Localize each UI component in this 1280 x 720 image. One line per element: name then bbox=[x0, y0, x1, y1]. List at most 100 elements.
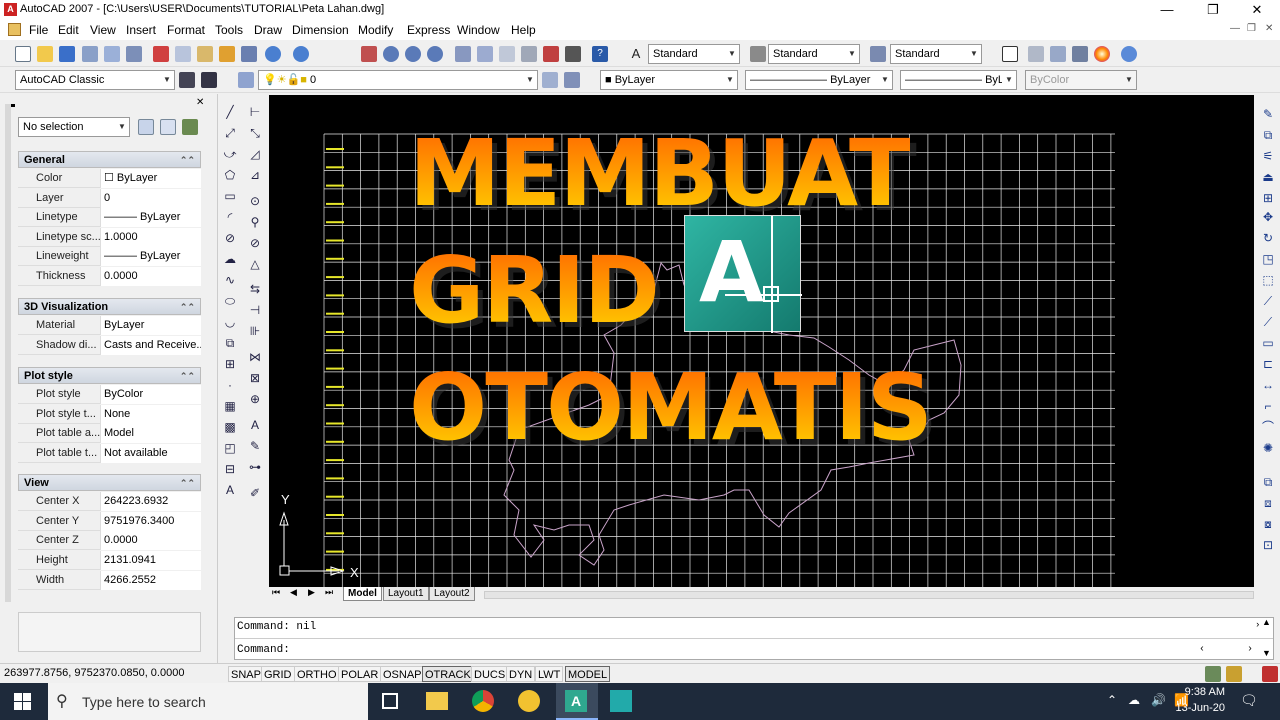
box-icon[interactable] bbox=[1028, 46, 1044, 62]
snap-toggle[interactable]: SNAP bbox=[228, 666, 264, 682]
move-right-icon[interactable]: ✥ bbox=[1259, 208, 1277, 226]
extend-icon[interactable]: ⊪ bbox=[246, 322, 264, 340]
menu-edit[interactable]: Edit bbox=[58, 23, 79, 37]
redo-icon[interactable] bbox=[293, 46, 309, 62]
cube-icon[interactable] bbox=[1072, 46, 1088, 62]
menu-insert[interactable]: Insert bbox=[126, 23, 156, 37]
move-icon[interactable]: ⚲ bbox=[246, 213, 264, 231]
scroll-left-icon[interactable]: ‹ bbox=[1199, 644, 1205, 655]
table-style-select[interactable]: Standard ▼ bbox=[890, 44, 982, 64]
ducs-toggle[interactable]: DUCS bbox=[471, 666, 509, 682]
ellipse-arc-icon[interactable]: ◡ bbox=[221, 313, 239, 331]
plot-icon[interactable] bbox=[82, 46, 98, 62]
fillet-icon[interactable]: A bbox=[246, 416, 264, 434]
copy-object-icon[interactable]: ⤡ bbox=[246, 124, 264, 142]
hatch-icon[interactable]: ▦ bbox=[221, 397, 239, 415]
cmd-scroll-up-icon[interactable]: ▲ bbox=[1262, 617, 1271, 627]
zoom-previous-icon[interactable] bbox=[427, 46, 443, 62]
file-explorer-icon[interactable] bbox=[426, 692, 448, 710]
lock-icon[interactable] bbox=[1226, 666, 1242, 682]
spline-icon[interactable]: ∿ bbox=[221, 271, 239, 289]
property-row[interactable]: Height 2131.0941 bbox=[18, 551, 201, 570]
tray-chevron-icon[interactable]: ⌃ bbox=[1107, 693, 1117, 707]
layer-select[interactable]: 💡☀🔓■ 0 ▼ bbox=[258, 70, 538, 90]
plotstyle-select[interactable]: ByColor ▼ bbox=[1025, 70, 1137, 90]
offset-icon[interactable]: ⊿ bbox=[246, 166, 264, 184]
text-style-select[interactable]: Standard ▼ bbox=[648, 44, 740, 64]
stretch-icon[interactable]: ⇆ bbox=[246, 280, 264, 298]
join-right-icon[interactable]: ⊏ bbox=[1259, 355, 1277, 373]
make-block-icon[interactable]: ⊞ bbox=[221, 355, 239, 373]
block-editor-icon[interactable] bbox=[241, 46, 257, 62]
cmd-scroll-down-icon[interactable]: ▼ bbox=[1262, 648, 1271, 658]
mirror-right-icon[interactable]: ⚟ bbox=[1259, 147, 1277, 165]
property-row[interactable]: Width 4266.2552 bbox=[18, 571, 201, 590]
fillet-right-icon[interactable]: ⌐ bbox=[1259, 397, 1277, 415]
send-back-right-icon[interactable]: ⧇ bbox=[1259, 515, 1277, 533]
taskbar-search-box[interactable]: ⚲ Type here to search bbox=[48, 683, 368, 720]
autocad-app-icon[interactable]: A bbox=[4, 3, 17, 16]
wedge-icon[interactable] bbox=[1050, 46, 1066, 62]
markup-icon[interactable] bbox=[543, 46, 559, 62]
clean-screen-icon[interactable] bbox=[1262, 666, 1278, 682]
trim-icon[interactable]: ⊣ bbox=[246, 301, 264, 319]
calculator-icon[interactable] bbox=[565, 46, 581, 62]
mirror-icon[interactable]: ◿ bbox=[246, 145, 264, 163]
dimension-icon[interactable]: ⊶ bbox=[246, 458, 264, 476]
ortho-toggle[interactable]: ORTHO bbox=[294, 666, 340, 682]
clock-time[interactable]: 9:38 AM bbox=[1170, 686, 1225, 698]
layer-previous-icon[interactable] bbox=[564, 72, 580, 88]
property-row[interactable]: Color ☐ ByLayer bbox=[18, 169, 201, 188]
network-icon[interactable]: ☁ bbox=[1128, 693, 1140, 707]
property-row[interactable]: Linetype ——— ByLayer bbox=[18, 208, 201, 227]
new-icon[interactable] bbox=[15, 46, 31, 62]
insert-block-icon[interactable]: ⧉ bbox=[221, 334, 239, 352]
sheet-set-icon[interactable] bbox=[521, 46, 537, 62]
designcenter-icon[interactable] bbox=[477, 46, 493, 62]
property-row[interactable]: Shadow di... Casts and Receive... bbox=[18, 336, 201, 355]
property-row[interactable]: Center X 264223.6932 bbox=[18, 492, 201, 511]
point-icon[interactable]: · bbox=[221, 376, 239, 394]
copy-icon[interactable] bbox=[175, 46, 191, 62]
doc-close-button[interactable]: ✕ bbox=[1265, 23, 1273, 34]
maximize-button[interactable]: ❐ bbox=[1190, 0, 1236, 20]
prev-tab-icon[interactable]: ◀ bbox=[290, 587, 297, 598]
polar-toggle[interactable]: POLAR bbox=[338, 666, 382, 682]
dim-style-select[interactable]: Standard ▼ bbox=[768, 44, 860, 64]
chamfer-icon[interactable]: ⊕ bbox=[246, 390, 264, 408]
linetype-select[interactable]: ——————— ByLayer ▼ bbox=[745, 70, 893, 90]
plot-preview-icon[interactable] bbox=[104, 46, 120, 62]
undo-icon[interactable] bbox=[265, 46, 281, 62]
property-row[interactable]: Material ByLayer bbox=[18, 316, 201, 335]
lineweight-select[interactable]: ——————— ByLayer▼ bbox=[900, 70, 1017, 90]
windows-start-icon[interactable] bbox=[14, 693, 31, 710]
make-current-layer-icon[interactable] bbox=[542, 72, 558, 88]
lwt-toggle[interactable]: LWT bbox=[535, 666, 564, 682]
help-icon[interactable]: ? bbox=[592, 46, 608, 62]
comm-center-icon[interactable] bbox=[1205, 666, 1221, 682]
menu-view[interactable]: View bbox=[90, 23, 116, 37]
erase-icon[interactable]: ⊢ bbox=[246, 103, 264, 121]
region-icon[interactable]: ◰ bbox=[221, 439, 239, 457]
scale-right-icon[interactable]: ◳ bbox=[1259, 250, 1277, 268]
arc-icon[interactable]: ◜ bbox=[221, 208, 239, 226]
first-tab-icon[interactable]: ⏮ bbox=[272, 587, 280, 598]
doc-restore-button[interactable]: ❐ bbox=[1247, 23, 1256, 34]
table-icon[interactable]: ⊟ bbox=[221, 460, 239, 478]
above-right-icon[interactable]: ⊡ bbox=[1259, 536, 1277, 554]
explode-right-icon[interactable]: ✺ bbox=[1259, 439, 1277, 457]
array-icon[interactable]: ⊙ bbox=[246, 192, 264, 210]
extend-right-icon[interactable]: ⟋ bbox=[1259, 313, 1277, 331]
menu-file[interactable]: File bbox=[29, 23, 48, 37]
dyn-toggle[interactable]: DYN bbox=[506, 666, 536, 682]
break-icon[interactable]: ⋈ bbox=[246, 348, 264, 366]
property-row[interactable]: Lineweight ——— ByLayer bbox=[18, 247, 201, 266]
rotate-icon[interactable]: ⊘ bbox=[246, 234, 264, 252]
trim-right-icon[interactable]: ⟋ bbox=[1259, 292, 1277, 310]
bring-front-right-icon[interactable]: ⧈ bbox=[1259, 494, 1277, 512]
save-icon[interactable] bbox=[59, 46, 75, 62]
tab-model[interactable]: Model bbox=[343, 587, 382, 601]
order-right-icon[interactable]: ⧉ bbox=[1259, 473, 1277, 491]
minimize-button[interactable]: — bbox=[1144, 0, 1190, 20]
command-window[interactable]: Command: nil Command: › ‹ › bbox=[234, 617, 1274, 660]
